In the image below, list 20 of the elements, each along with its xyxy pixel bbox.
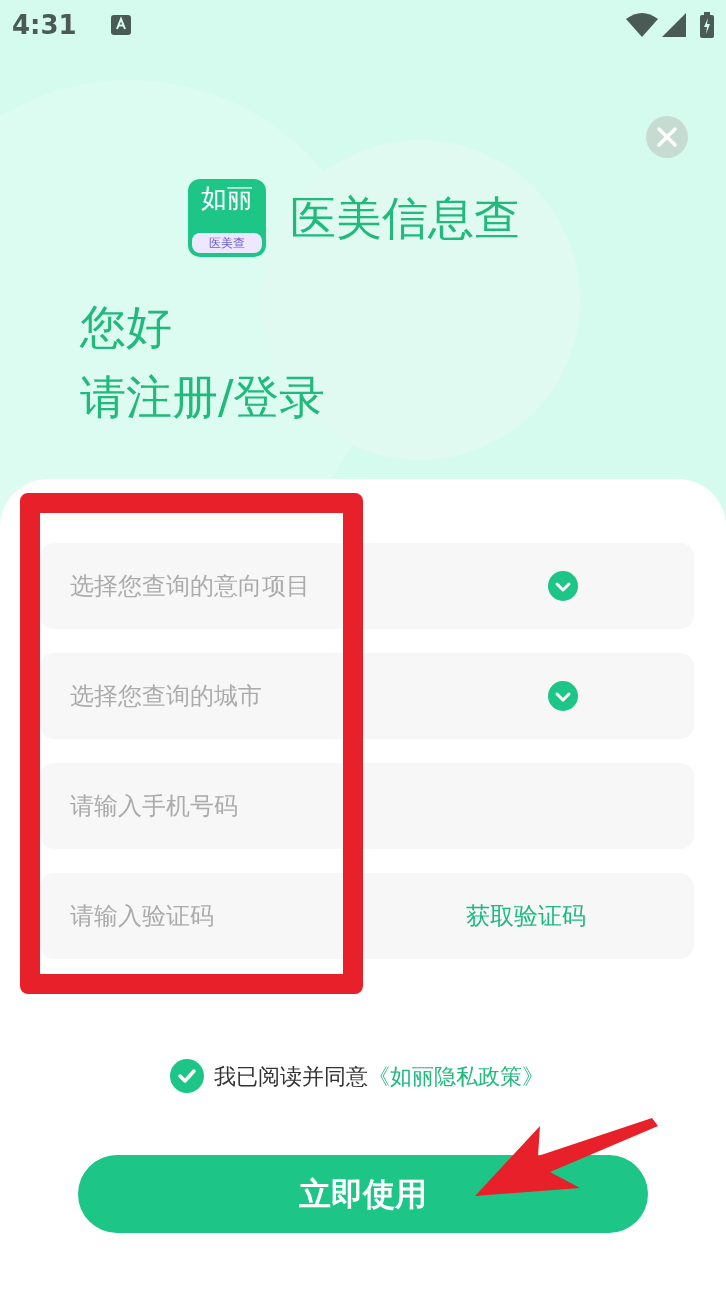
submit-button[interactable]: 立即使用 [78, 1155, 648, 1233]
dropdown-icon[interactable] [548, 571, 578, 601]
keyboard-icon [110, 15, 131, 35]
status-time: 4:31 [12, 8, 77, 42]
get-code-button[interactable]: 获取验证码 [466, 898, 586, 934]
greeting-text: 您好 [80, 299, 173, 355]
close-icon[interactable] [646, 116, 688, 158]
input-field[interactable]: 请输入手机号码 [40, 763, 694, 849]
input-field[interactable]: 选择您查询的意向项目 [40, 543, 694, 629]
agreement-text: 我已阅读并同意 [214, 1062, 368, 1091]
privacy-policy-link[interactable]: 《如丽隐私政策》 [368, 1059, 544, 1093]
signal-icon [662, 13, 686, 37]
checkbox[interactable] [170, 1059, 204, 1093]
wifi-icon [626, 13, 658, 37]
dropdown-icon[interactable] [548, 681, 578, 711]
app-logo: 如丽 医美查 [188, 179, 266, 257]
input-field[interactable]: 选择您查询的城市 [40, 653, 694, 739]
app-title: 医美信息查 [290, 195, 520, 241]
greeting-text: 请注册/登录 [80, 369, 327, 425]
battery-icon [700, 12, 714, 38]
